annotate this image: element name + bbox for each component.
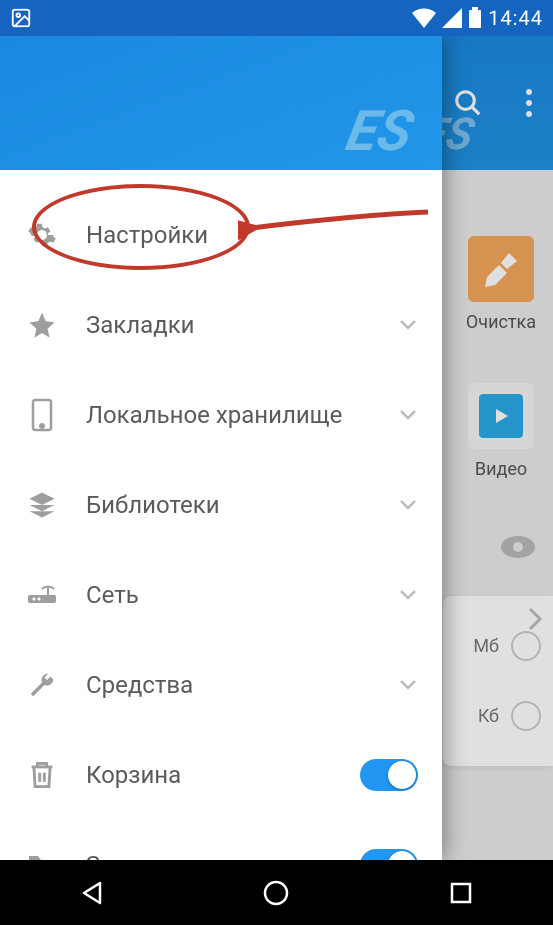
- phone-icon: [24, 398, 60, 432]
- tile-clean-label: Очистка: [466, 312, 536, 333]
- chevron-right-icon: [527, 606, 543, 632]
- chevron-down-icon: [398, 408, 418, 422]
- toggle-trash[interactable]: [360, 759, 418, 791]
- drawer-item-label: Корзина: [86, 761, 334, 789]
- picture-icon: [10, 7, 32, 29]
- trash-icon: [24, 760, 60, 790]
- wifi-icon: [412, 8, 436, 28]
- side-card-row: Кб: [478, 701, 541, 731]
- chevron-down-icon: [398, 318, 418, 332]
- tile-video[interactable]: Видео: [463, 383, 539, 480]
- drawer-item-trash[interactable]: Корзина: [0, 730, 442, 820]
- system-navbar: [0, 860, 553, 925]
- drawer-item-label: Средства: [86, 671, 372, 699]
- router-icon: [24, 583, 60, 607]
- navigation-drawer: ES Настройки Закладки Локальное хранилище Б…: [0, 36, 442, 860]
- drawer-item-label: Значок на папке: [86, 851, 334, 860]
- drawer-item-bookmarks[interactable]: Закладки: [0, 280, 442, 370]
- play-icon: [479, 394, 523, 438]
- chevron-down-icon: [398, 678, 418, 692]
- drawer-item-label: Локальное хранилище: [86, 401, 372, 429]
- eye-icon[interactable]: [501, 536, 535, 558]
- drawer-item-network[interactable]: Сеть: [0, 550, 442, 640]
- drawer-list: Настройки Закладки Локальное хранилище Библ…: [0, 170, 442, 860]
- gear-icon: [24, 220, 60, 250]
- drawer-item-libraries[interactable]: Библиотеки: [0, 460, 442, 550]
- broom-icon: [481, 249, 521, 289]
- chevron-down-icon: [398, 498, 418, 512]
- star-icon: [24, 310, 60, 340]
- tile-video-label: Видео: [475, 459, 527, 480]
- tile-clean[interactable]: Очистка: [463, 236, 539, 333]
- wrench-icon: [24, 670, 60, 700]
- battery-icon: [468, 7, 482, 29]
- side-card-row: Мб: [473, 631, 541, 661]
- side-card[interactable]: Мб Кб: [443, 596, 553, 766]
- chevron-down-icon: [398, 588, 418, 602]
- drawer-header: ES: [0, 36, 442, 170]
- drawer-item-label: Настройки: [86, 221, 418, 249]
- back-button[interactable]: [62, 873, 122, 913]
- more-vertical-icon[interactable]: [525, 88, 533, 118]
- drawer-item-local[interactable]: Локальное хранилище: [0, 370, 442, 460]
- toggle-foldericon[interactable]: [360, 849, 418, 860]
- status-clock: 14:44: [488, 6, 543, 30]
- status-bar: 14:44: [0, 0, 553, 36]
- recents-button[interactable]: [431, 873, 491, 913]
- folder-icon: [24, 852, 60, 860]
- drawer-item-foldericon[interactable]: Значок на папке: [0, 820, 442, 860]
- drawer-item-label: Закладки: [86, 311, 372, 339]
- es-logo: ES: [341, 98, 419, 164]
- layers-icon: [24, 490, 60, 520]
- drawer-item-tools[interactable]: Средства: [0, 640, 442, 730]
- drawer-item-settings[interactable]: Настройки: [0, 190, 442, 280]
- drawer-item-label: Сеть: [86, 581, 372, 609]
- home-button[interactable]: [246, 873, 306, 913]
- cell-signal-icon: [442, 8, 462, 28]
- drawer-item-label: Библиотеки: [86, 491, 372, 519]
